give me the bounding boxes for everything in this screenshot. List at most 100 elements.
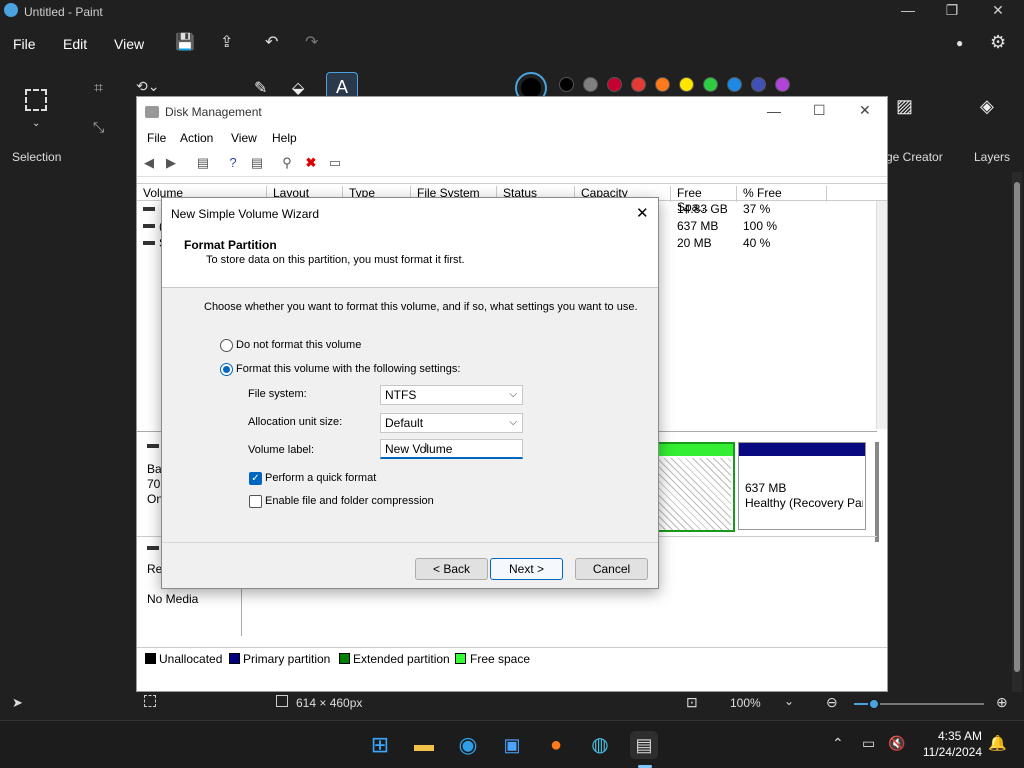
compression-checkbox[interactable]	[249, 495, 262, 508]
zoom-slider-track[interactable]	[854, 698, 984, 710]
allocation-unit-select[interactable]: Default ⌵	[380, 413, 523, 433]
volume-label-input[interactable]: New Volume	[380, 439, 523, 459]
dm-menu-help[interactable]: Help	[272, 131, 297, 145]
menu-view[interactable]: View	[114, 36, 144, 52]
maximize-icon[interactable]: ❐	[932, 2, 972, 19]
clock-date[interactable]: 11/24/2024	[912, 745, 982, 759]
color-swatch[interactable]	[775, 77, 790, 92]
properties-icon[interactable]: ▤	[249, 155, 265, 171]
layers-icon[interactable]: ◈	[980, 96, 994, 117]
color-swatch[interactable]	[751, 77, 766, 92]
edge-browser-icon[interactable]: ◉	[454, 731, 482, 759]
chevron-down-icon: ⌵	[509, 417, 517, 428]
color-swatch[interactable]	[631, 77, 646, 92]
scrollbar-thumb[interactable]	[1014, 182, 1020, 672]
disk-management-icon	[145, 106, 159, 118]
dm-menu-action[interactable]: Action	[180, 131, 213, 145]
resize-icon[interactable]: ⤡	[93, 119, 104, 136]
selection-label: Selection	[12, 150, 62, 164]
next-button[interactable]: Next >	[490, 558, 563, 580]
free-space-partition[interactable]	[657, 442, 735, 532]
menu-file[interactable]: File	[13, 36, 36, 52]
zoom-in-icon[interactable]: ⊕	[996, 694, 1008, 711]
settings-gear-icon[interactable]: ⚙	[990, 32, 1006, 53]
settings-list-icon[interactable]: ▭	[327, 155, 343, 171]
color-swatch[interactable]	[607, 77, 622, 92]
firefox-icon[interactable]: ●	[542, 731, 570, 759]
delete-icon[interactable]: ✖	[303, 155, 319, 171]
store-icon[interactable]: ▣	[498, 731, 526, 759]
tray-chevron-up-icon[interactable]: ⌃	[832, 735, 844, 752]
volume-row-icon	[143, 224, 155, 228]
color-swatch[interactable]	[559, 77, 574, 92]
fill-icon[interactable]: ⬙	[292, 78, 304, 98]
color-swatch[interactable]	[703, 77, 718, 92]
paint-status-bar: ➤ 614 × 460px ⊡ 100% ⌄ ⊖ ⊕	[0, 692, 1024, 716]
redo-icon[interactable]: ↷	[305, 32, 318, 52]
image-creator-icon[interactable]: ▨	[896, 96, 913, 117]
fit-to-window-icon[interactable]: ⊡	[686, 694, 698, 711]
legend-extended: Extended partition	[353, 652, 450, 666]
dm-close-icon[interactable]: ✕	[859, 102, 871, 119]
color-swatch[interactable]	[583, 77, 598, 92]
back-arrow-icon[interactable]: ◀	[141, 155, 157, 171]
paint-menu-bar: File Edit View 💾 ⇪ ↶ ↷ ● ⚙	[0, 24, 1024, 64]
color-swatch[interactable]	[679, 77, 694, 92]
account-icon[interactable]: ●	[956, 36, 963, 50]
quick-format-label[interactable]: Perform a quick format	[265, 472, 376, 484]
network-icon[interactable]: ▭	[862, 735, 875, 752]
radio-do-not-format[interactable]	[220, 339, 233, 352]
wizard-close-icon[interactable]: ✕	[636, 204, 649, 222]
crop-icon[interactable]: ⌗	[94, 80, 103, 98]
dm-minimize-icon[interactable]: —	[767, 103, 781, 119]
canvas-vertical-scrollbar[interactable]	[1012, 172, 1022, 692]
new-simple-volume-wizard: New Simple Volume Wizard ✕ Format Partit…	[161, 197, 659, 589]
chevron-down-icon[interactable]: ⌄	[32, 118, 40, 129]
dm-toolbar: ◀ ▶ ▤ ? ▤ ⚲ ✖ ▭	[137, 149, 887, 177]
selection-icon[interactable]	[25, 89, 47, 111]
zoom-level[interactable]: 100%	[730, 696, 761, 710]
col-free-space[interactable]: Free Spa...	[671, 186, 737, 214]
paint-taskbar-icon[interactable]: ◍	[586, 731, 614, 759]
zoom-dropdown-icon[interactable]: ⌄	[784, 694, 794, 708]
disk-management-taskbar-icon[interactable]: ▤	[630, 731, 658, 759]
file-explorer-icon[interactable]: ▬	[410, 731, 438, 759]
pencil-icon[interactable]: ✎	[254, 78, 267, 98]
zoom-out-icon[interactable]: ⊖	[826, 694, 838, 711]
dm-menu-view[interactable]: View	[231, 131, 257, 145]
help-icon[interactable]: ?	[225, 155, 241, 171]
compression-label[interactable]: Enable file and folder compression	[265, 495, 434, 507]
cancel-button[interactable]: Cancel	[575, 558, 648, 580]
paint-title-bar: Untitled - Paint — ❐ ✕	[0, 0, 1024, 24]
close-icon[interactable]: ✕	[978, 2, 1018, 19]
quick-format-checkbox[interactable]: ✓	[249, 472, 262, 485]
radio-format-volume-label[interactable]: Format this volume with the following se…	[236, 363, 460, 375]
start-windows-icon[interactable]: ⊞	[366, 731, 394, 759]
radio-format-volume[interactable]	[220, 363, 233, 376]
notification-bell-icon[interactable]: 🔔	[988, 734, 1007, 752]
free-space-hatch	[659, 458, 731, 530]
rotate-icon[interactable]: ⟲⌄	[136, 78, 159, 95]
zoom-slider-thumb[interactable]	[868, 698, 880, 710]
recovery-partition[interactable]: 637 MB Healthy (Recovery Par	[738, 442, 866, 530]
forward-arrow-icon[interactable]: ▶	[163, 155, 179, 171]
share-icon[interactable]: ⇪	[220, 32, 233, 52]
undo-icon[interactable]: ↶	[265, 32, 278, 52]
menu-edit[interactable]: Edit	[63, 36, 87, 52]
back-button[interactable]: < Back	[415, 558, 488, 580]
color-swatch[interactable]	[655, 77, 670, 92]
connect-icon[interactable]: ⚲	[279, 155, 295, 171]
dm-maximize-icon[interactable]: ☐	[813, 102, 826, 119]
volume-list-scrollbar[interactable]	[876, 201, 887, 429]
radio-do-not-format-label[interactable]: Do not format this volume	[236, 339, 361, 351]
save-icon[interactable]: 💾	[175, 32, 195, 52]
minimize-icon[interactable]: —	[888, 2, 928, 18]
file-system-select[interactable]: NTFS ⌵	[380, 385, 523, 405]
dm-menu-file[interactable]: File	[147, 131, 166, 145]
volume-muted-icon[interactable]: 🔇	[888, 735, 905, 752]
clock-time[interactable]: 4:35 AM	[912, 729, 982, 743]
col-percent-free[interactable]: % Free	[737, 186, 827, 202]
console-tree-icon[interactable]: ▤	[195, 155, 211, 171]
graph-scrollbar-thumb[interactable]	[875, 442, 879, 542]
color-swatch[interactable]	[727, 77, 742, 92]
